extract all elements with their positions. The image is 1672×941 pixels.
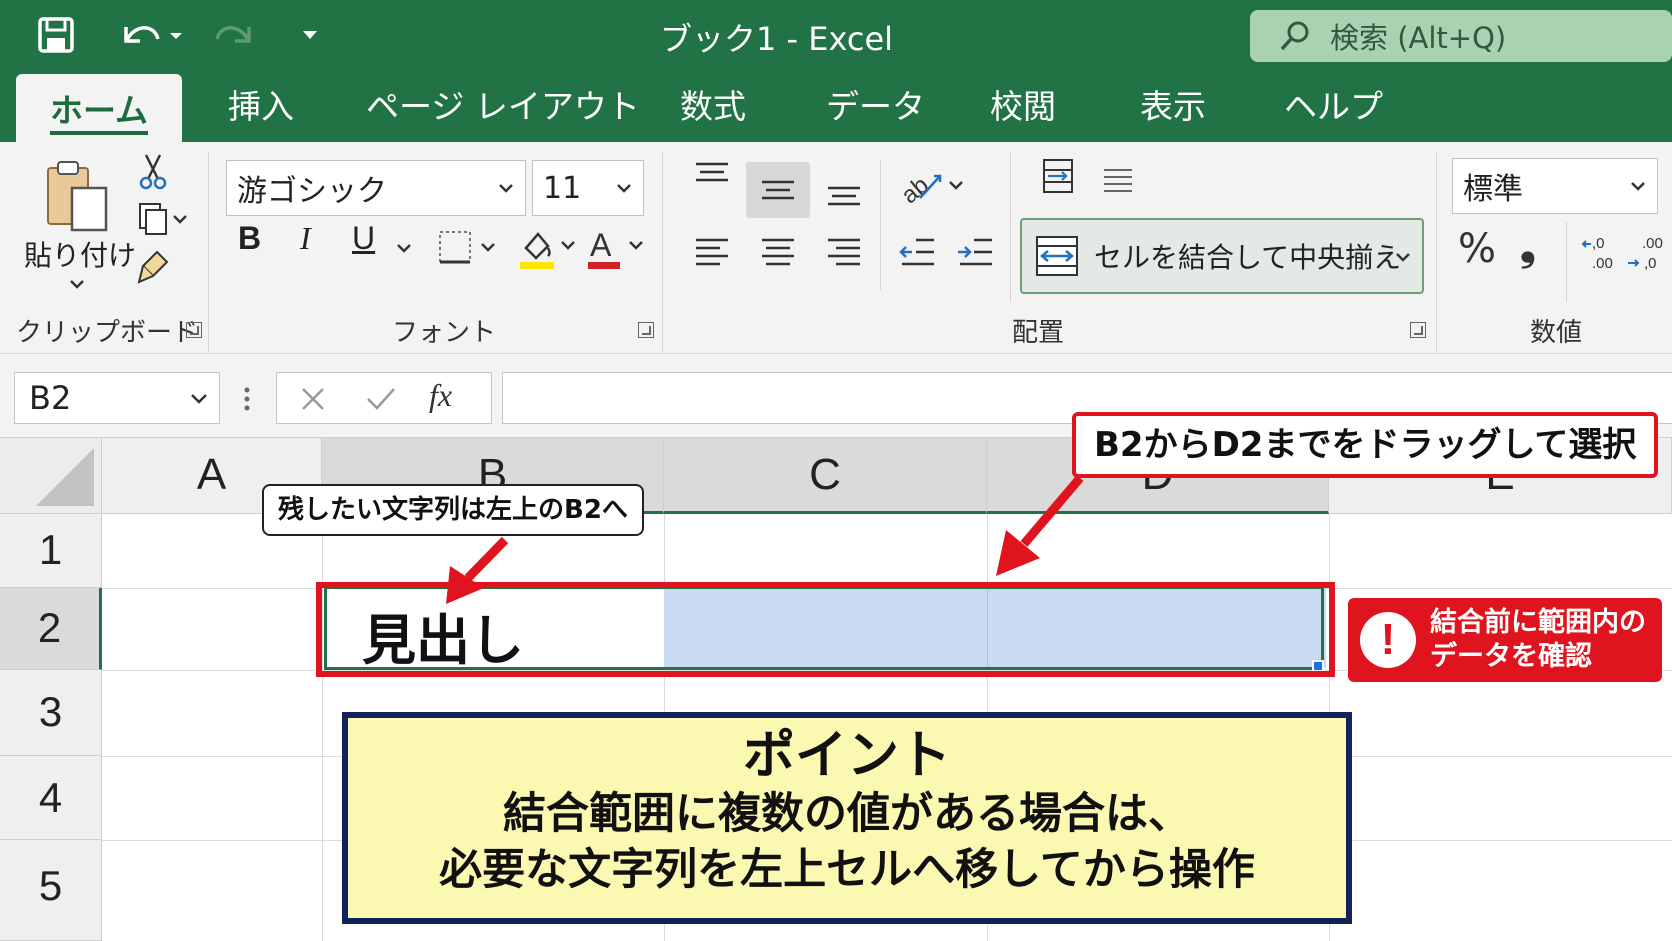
point-line-1: 結合範囲に複数の値がある場合は、 xyxy=(503,789,1191,839)
warning-badge: ! 結合前に範囲内の データを確認 xyxy=(1348,598,1662,682)
warning-line-2: データを確認 xyxy=(1430,641,1592,672)
warning-icon: ! xyxy=(1360,612,1416,668)
warning-line-1: 結合前に範囲内の xyxy=(1430,607,1646,638)
point-line-2: 必要な文字列を左上セルへ移してから操作 xyxy=(439,845,1255,895)
point-box: ポイント 結合範囲に複数の値がある場合は、 必要な文字列を左上セルへ移してから操… xyxy=(342,712,1352,924)
point-title: ポイント xyxy=(742,726,951,786)
